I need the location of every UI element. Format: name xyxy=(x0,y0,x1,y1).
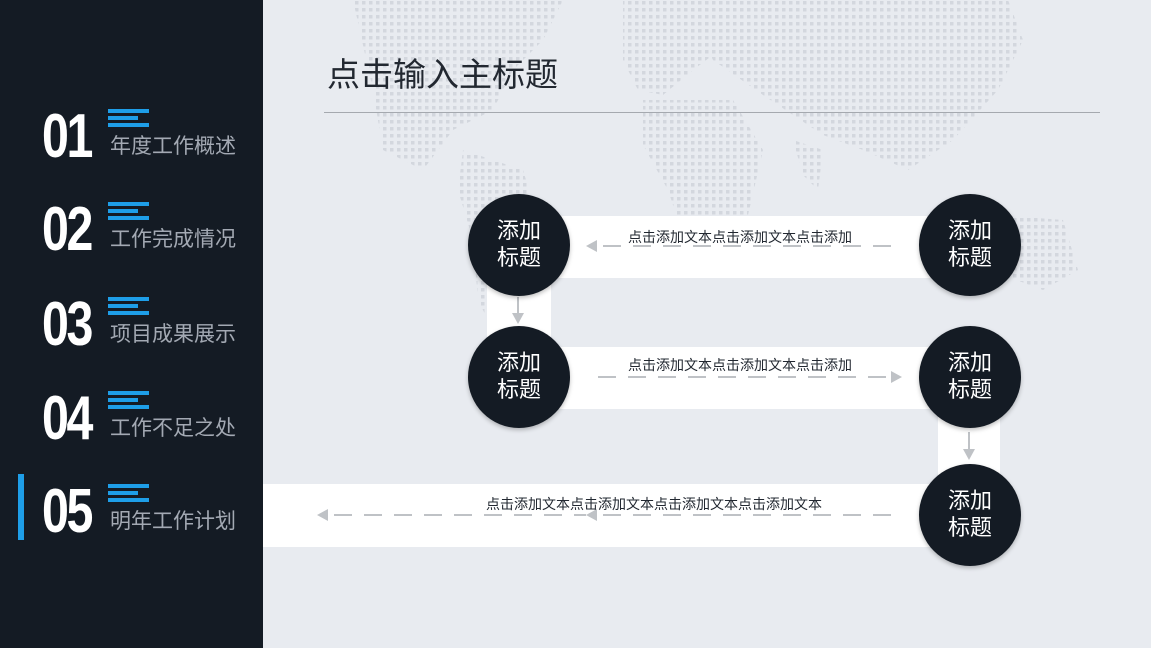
node-label: 添加 标题 xyxy=(947,351,992,403)
dashed-line xyxy=(598,376,890,378)
arrow-right-icon xyxy=(891,371,902,383)
flow-node-4[interactable]: 添加 标题 xyxy=(919,326,1021,428)
nav-number: 03 xyxy=(42,290,93,359)
nav-label: 明年工作计划 xyxy=(110,509,236,533)
bars-icon xyxy=(108,297,150,318)
flow-node-1[interactable]: 添加 标题 xyxy=(468,194,570,296)
page-title: 点击输入主标题 xyxy=(327,55,558,94)
bars-icon xyxy=(108,391,150,412)
connector-line xyxy=(517,297,519,313)
nav-label: 年度工作概述 xyxy=(110,134,236,158)
arrow-down-icon xyxy=(512,313,524,324)
flow-node-3[interactable]: 添加 标题 xyxy=(468,326,570,428)
nav-item-02[interactable]: 02 工作完成情况 xyxy=(0,199,263,279)
dashed-line xyxy=(603,514,903,516)
world-map-background xyxy=(353,0,1078,330)
connector-line xyxy=(968,432,970,449)
nav-item-04[interactable]: 04 工作不足之处 xyxy=(0,388,263,468)
sidebar: 01 年度工作概述 02 工作完成情况 03 项目成果展示 04 工作不足之处 … xyxy=(0,0,263,648)
bars-icon xyxy=(108,202,150,223)
nav-number: 04 xyxy=(42,384,93,453)
flow-node-5[interactable]: 添加 标题 xyxy=(919,464,1021,566)
nav-item-03[interactable]: 03 项目成果展示 xyxy=(0,294,263,374)
dashed-line xyxy=(603,245,903,247)
bars-icon xyxy=(108,109,150,130)
nav-number: 01 xyxy=(42,102,93,171)
arrow-left-icon xyxy=(317,509,328,521)
nav-number: 02 xyxy=(42,195,93,264)
node-label: 添加 标题 xyxy=(496,351,541,403)
band-text-3: 点击添加文本点击添加文本点击添加文本点击添加文本 xyxy=(486,497,822,513)
main-area xyxy=(263,0,1151,648)
nav-label: 项目成果展示 xyxy=(110,322,236,346)
nav-label: 工作不足之处 xyxy=(110,416,236,440)
nav-item-01[interactable]: 01 年度工作概述 xyxy=(0,106,263,186)
arrow-left-icon xyxy=(586,240,597,252)
nav-item-05[interactable]: 05 明年工作计划 xyxy=(0,481,263,561)
title-divider xyxy=(324,112,1100,113)
node-label: 添加 标题 xyxy=(947,219,992,271)
arrow-down-icon xyxy=(963,449,975,460)
dashed-line xyxy=(334,514,586,516)
arrow-left-icon xyxy=(586,509,597,521)
nav-number: 05 xyxy=(42,477,93,546)
node-label: 添加 标题 xyxy=(947,489,992,541)
bars-icon xyxy=(108,484,150,505)
band-text-1: 点击添加文本点击添加文本点击添加 xyxy=(628,230,852,246)
band-text-2: 点击添加文本点击添加文本点击添加 xyxy=(628,358,852,374)
flow-node-2[interactable]: 添加 标题 xyxy=(919,194,1021,296)
nav-label: 工作完成情况 xyxy=(110,227,236,251)
node-label: 添加 标题 xyxy=(496,219,541,271)
